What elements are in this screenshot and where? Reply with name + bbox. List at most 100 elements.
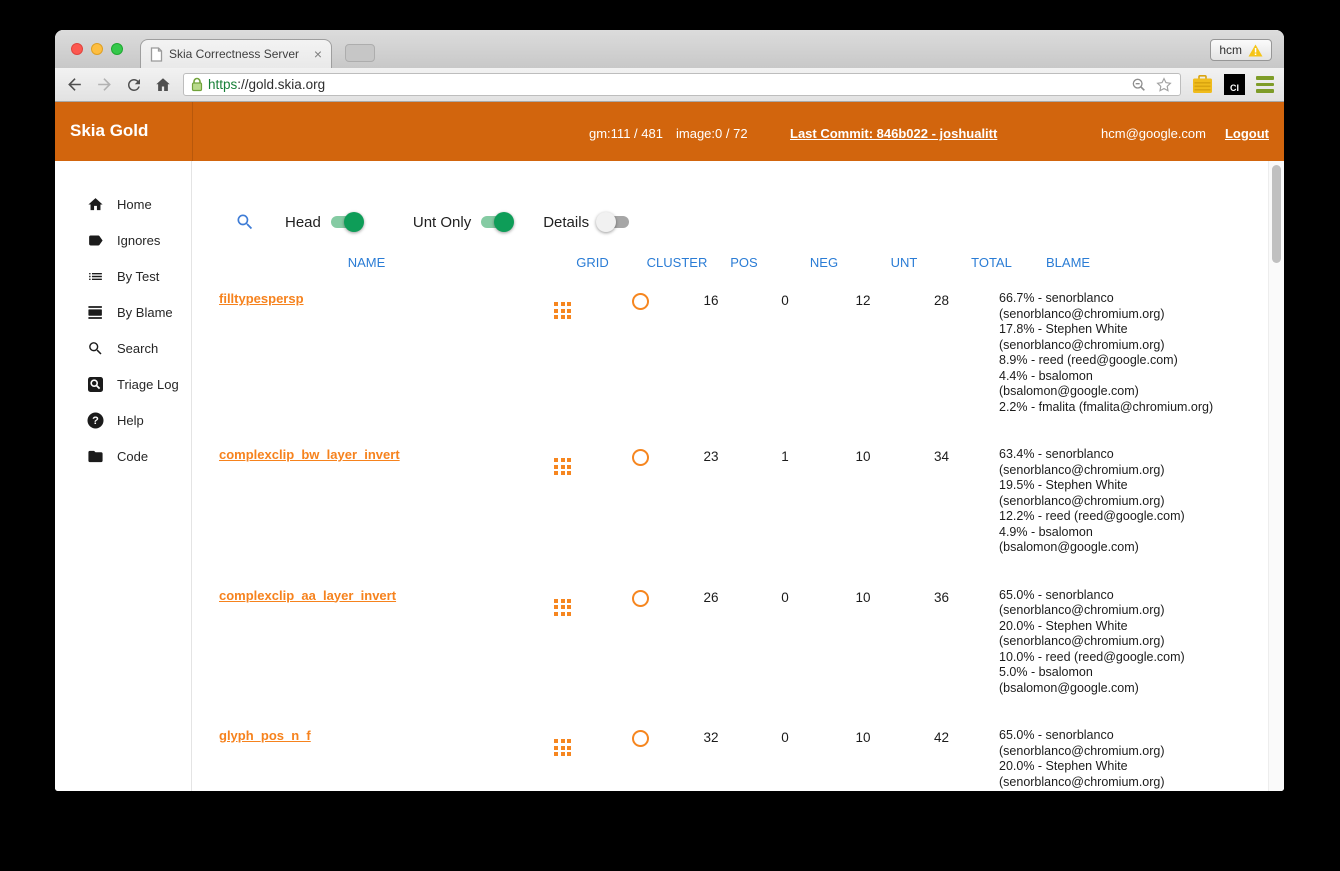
sidebar-item-help[interactable]: ? Help xyxy=(55,402,191,438)
blame-line: 4.9% - bsalomon xyxy=(999,525,1268,541)
cluster-view-icon[interactable] xyxy=(632,293,649,310)
reload-button[interactable] xyxy=(125,76,143,94)
home-button[interactable] xyxy=(154,76,172,94)
bookmark-star-icon[interactable] xyxy=(1155,76,1173,94)
sidebar-item-triage-log[interactable]: Triage Log xyxy=(55,366,191,402)
profile-button[interactable]: hcm xyxy=(1210,39,1272,61)
col-header-pos[interactable]: POS xyxy=(713,255,775,270)
neg-count: 0 xyxy=(742,588,828,605)
browser-tab[interactable]: Skia Correctness Server × xyxy=(140,39,332,68)
label-icon xyxy=(87,232,104,249)
blame-line: 8.9% - reed (reed@google.com) xyxy=(999,353,1268,369)
minimize-window-button[interactable] xyxy=(91,43,103,55)
col-header-unt[interactable]: UNT xyxy=(869,255,939,270)
total-count: 42 xyxy=(898,728,985,745)
grid-view-icon[interactable] xyxy=(554,302,571,319)
scrollbar-thumb[interactable] xyxy=(1272,165,1281,263)
toolbar: Head Unt Only Details xyxy=(235,205,632,239)
briefcase-icon xyxy=(1192,75,1213,94)
tab-close-icon[interactable]: × xyxy=(314,47,322,61)
profile-label: hcm xyxy=(1219,43,1242,57)
cluster-view-icon[interactable] xyxy=(632,449,649,466)
navigation-bar: https://gold.skia.org CI xyxy=(55,68,1284,102)
forward-arrow-icon xyxy=(95,75,114,94)
secure-lock-icon xyxy=(191,77,203,92)
sidebar-item-by-test[interactable]: By Test xyxy=(55,258,191,294)
list-icon xyxy=(87,268,104,285)
url-text: https://gold.skia.org xyxy=(208,77,1126,92)
test-name-link[interactable]: filltypespersp xyxy=(219,291,304,306)
blame-line: (senorblanco@chromium.org) xyxy=(999,634,1268,650)
neg-count: 0 xyxy=(742,728,828,745)
grid-view-icon[interactable] xyxy=(554,458,571,475)
blame-line: (bsalomon@google.com) xyxy=(999,540,1268,556)
test-name-link[interactable]: complexclip_aa_layer_invert xyxy=(219,588,396,603)
browser-window: Skia Correctness Server × hcm xyxy=(55,30,1284,791)
pos-count: 26 xyxy=(680,588,742,605)
neg-count: 1 xyxy=(742,447,828,464)
col-header-name[interactable]: NAME xyxy=(200,255,533,270)
blame-line: 12.2% - reed (reed@google.com) xyxy=(999,509,1268,525)
page-favicon-icon xyxy=(150,47,163,62)
unt-count: 12 xyxy=(828,291,898,308)
cluster-view-icon[interactable] xyxy=(632,590,649,607)
search-icon xyxy=(235,212,255,232)
blame-line: 4.4% - bsalomon xyxy=(999,369,1268,385)
zoom-window-button[interactable] xyxy=(111,43,123,55)
table-header-row: NAME GRID CLUSTER POS NEG UNT TOTAL BLAM… xyxy=(192,255,1268,277)
extension-ci-button[interactable]: CI xyxy=(1224,74,1245,95)
blame-list: 65.0% - senorblanco (senorblanco@chromiu… xyxy=(985,728,1268,791)
col-header-cluster[interactable]: CLUSTER xyxy=(637,255,717,270)
total-count: 28 xyxy=(898,291,985,308)
unt-only-toggle[interactable] xyxy=(478,212,514,232)
search-expand-button[interactable] xyxy=(235,212,255,232)
sidebar-item-home[interactable]: Home xyxy=(55,186,191,222)
chrome-menu-icon[interactable] xyxy=(1256,76,1274,93)
app-title: Skia Gold xyxy=(70,121,148,141)
blame-line: (senorblanco@chromium.org) xyxy=(999,775,1268,791)
extension-briefcase-button[interactable] xyxy=(1192,75,1213,94)
header-divider xyxy=(192,102,193,161)
blame-list: 63.4% - senorblanco (senorblanco@chromiu… xyxy=(985,447,1268,556)
sidebar-item-label: Code xyxy=(117,449,148,464)
url-bar[interactable]: https://gold.skia.org xyxy=(183,73,1181,96)
background-tab-stub[interactable] xyxy=(345,44,375,62)
pos-count: 23 xyxy=(680,447,742,464)
reload-icon xyxy=(125,76,143,94)
page-content: Home Ignores By Test By Blame Se xyxy=(55,161,1284,791)
col-header-neg[interactable]: NEG xyxy=(781,255,867,270)
col-header-grid[interactable]: GRID xyxy=(555,255,630,270)
head-toggle[interactable] xyxy=(328,212,364,232)
image-count: image:0 / 72 xyxy=(676,126,748,141)
head-toggle-group: Head xyxy=(285,212,364,232)
zoom-out-icon[interactable] xyxy=(1131,77,1147,93)
help-icon: ? xyxy=(87,412,104,429)
cluster-view-icon[interactable] xyxy=(632,730,649,747)
blame-line: (senorblanco@chromium.org) xyxy=(999,494,1268,510)
sidebar-item-ignores[interactable]: Ignores xyxy=(55,222,191,258)
test-name-link[interactable]: glyph_pos_n_f xyxy=(219,728,311,743)
tab-bar: Skia Correctness Server × hcm xyxy=(55,30,1284,68)
sidebar-item-by-blame[interactable]: By Blame xyxy=(55,294,191,330)
grid-view-icon[interactable] xyxy=(554,739,571,756)
sidebar-item-code[interactable]: Code xyxy=(55,438,191,474)
blame-line: 10.0% - reed (reed@google.com) xyxy=(999,650,1268,666)
back-button[interactable] xyxy=(65,75,84,94)
forward-button[interactable] xyxy=(95,75,114,94)
unt-only-toggle-label: Unt Only xyxy=(413,214,471,231)
blame-line: 65.0% - senorblanco xyxy=(999,588,1268,604)
unt-count: 10 xyxy=(828,728,898,745)
last-commit-link[interactable]: Last Commit: 846b022 - joshualitt xyxy=(790,126,997,141)
blame-line: 20.0% - Stephen White xyxy=(999,759,1268,775)
details-toggle[interactable] xyxy=(596,212,632,232)
main-panel: Head Unt Only Details NAME GRID CLUSTER xyxy=(192,161,1284,791)
sidebar-item-search[interactable]: Search xyxy=(55,330,191,366)
close-window-button[interactable] xyxy=(71,43,83,55)
logout-link[interactable]: Logout xyxy=(1225,126,1269,141)
sidebar-item-label: By Blame xyxy=(117,305,173,320)
test-name-link[interactable]: complexclip_bw_layer_invert xyxy=(219,447,400,462)
head-toggle-label: Head xyxy=(285,214,321,231)
col-header-blame[interactable]: BLAME xyxy=(985,255,1268,270)
grid-view-icon[interactable] xyxy=(554,599,571,616)
sidebar-item-label: Triage Log xyxy=(117,377,179,392)
